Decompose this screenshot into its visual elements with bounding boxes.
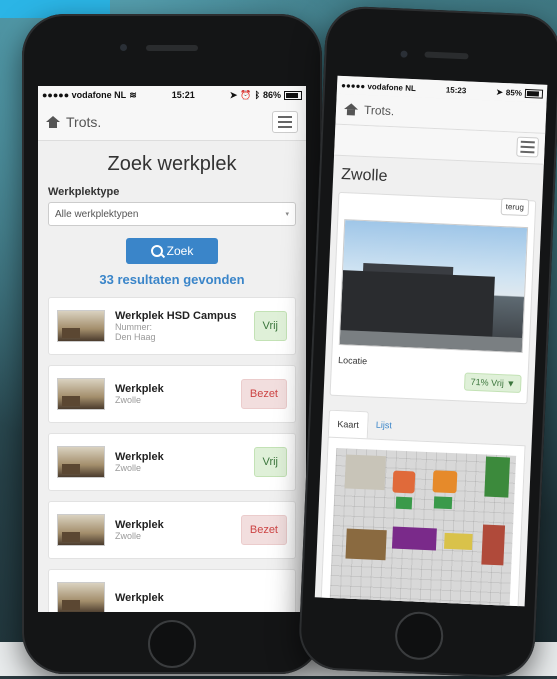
workplace-photo	[57, 446, 105, 478]
status-bar: ●●●●● vodafone NL ≋ 15:21 ➤ ⏰ ᛒ 86%	[38, 86, 306, 104]
building-photo	[338, 219, 529, 354]
location-panel: terug Locatie 71% Vrij ▼	[329, 191, 537, 405]
workplace-photo	[57, 378, 105, 410]
menu-button[interactable]	[272, 111, 298, 133]
results-count: 33 resultaten gevonden	[99, 272, 245, 287]
page-title: Zwolle	[340, 165, 388, 185]
clock: 15:23	[445, 84, 467, 95]
speaker	[146, 45, 198, 51]
brand-link[interactable]: Trots.	[344, 102, 395, 118]
home-button[interactable]	[148, 620, 196, 668]
brand-name: Trots.	[363, 102, 395, 119]
battery-icon	[524, 88, 544, 99]
search-button-label: Zoek	[166, 244, 194, 258]
bluetooth-icon: ᛒ	[254, 90, 260, 100]
floor-map[interactable]	[320, 436, 526, 607]
wifi-icon: ≋	[129, 89, 137, 100]
brand-name: Trots.	[66, 114, 102, 130]
back-button[interactable]: terug	[500, 197, 530, 217]
location-label: Locatie	[337, 355, 368, 367]
availability-value: 71% Vrij	[470, 376, 505, 389]
list-item[interactable]: Werkplek Zwolle Vrij	[48, 433, 296, 491]
list-item[interactable]: Werkplek	[48, 569, 296, 612]
location-icon: ➤	[229, 89, 238, 100]
list-item[interactable]: Werkplek Zwolle Bezet	[48, 365, 296, 423]
filter-label: Werkplektype	[48, 186, 120, 198]
workplace-photo	[57, 514, 105, 546]
status-badge: Vrij	[253, 311, 287, 341]
floorplan-image	[329, 448, 517, 607]
screen-right: ●●●●● vodafone NL 15:23 ➤ 85% Trots. Zwo…	[314, 75, 548, 607]
brand-link[interactable]: Trots.	[46, 114, 101, 130]
status-badge: Bezet	[240, 379, 287, 409]
home-icon	[46, 116, 60, 128]
workplace-photo	[57, 582, 105, 612]
speaker	[424, 51, 469, 60]
home-icon	[344, 103, 359, 116]
status-badge: Bezet	[240, 515, 287, 545]
home-button[interactable]	[394, 610, 445, 661]
carrier: ●●●●● vodafone NL	[340, 80, 417, 93]
screen-left: ●●●●● vodafone NL ≋ 15:21 ➤ ⏰ ᛒ 86% Trot…	[38, 86, 306, 612]
menu-button[interactable]	[516, 136, 540, 158]
caret-down-icon: ▼	[506, 378, 516, 389]
search-icon	[150, 245, 163, 257]
chevron-down-icon: ▾	[285, 211, 289, 218]
location-icon: ➤	[496, 87, 504, 97]
clock: 15:21	[171, 90, 195, 100]
select-value: Alle werkplektypen	[55, 208, 139, 220]
tab-lijst[interactable]: Lijst	[367, 411, 400, 439]
workplace-type-select[interactable]: Alle werkplektypen ▾	[48, 202, 296, 226]
navbar: Trots.	[38, 104, 306, 141]
availability-dropdown[interactable]: 71% Vrij ▼	[464, 372, 522, 394]
page-title: Zoek werkplek	[107, 153, 237, 175]
workplace-photo	[57, 310, 105, 342]
phone-right: ●●●●● vodafone NL 15:23 ➤ 85% Trots. Zwo…	[297, 5, 557, 679]
tab-kaart[interactable]: Kaart	[327, 409, 369, 439]
list-item[interactable]: Werkplek HSD Campus Nummer: Den Haag Vri…	[48, 297, 296, 355]
front-camera	[120, 44, 127, 51]
carrier: ●●●●● vodafone NL	[42, 90, 127, 100]
front-camera	[400, 50, 408, 58]
battery-icon	[283, 90, 302, 100]
phone-left: ●●●●● vodafone NL ≋ 15:21 ➤ ⏰ ᛒ 86% Trot…	[22, 14, 322, 674]
battery-percent: 86%	[262, 90, 281, 100]
status-badge: Vrij	[253, 447, 287, 477]
alarm-icon: ⏰	[240, 89, 252, 100]
battery-percent: 85%	[505, 87, 523, 98]
list-item[interactable]: Werkplek Zwolle Bezet	[48, 501, 296, 559]
search-button[interactable]: Zoek	[126, 238, 218, 264]
item-title: Werkplek	[115, 591, 164, 604]
